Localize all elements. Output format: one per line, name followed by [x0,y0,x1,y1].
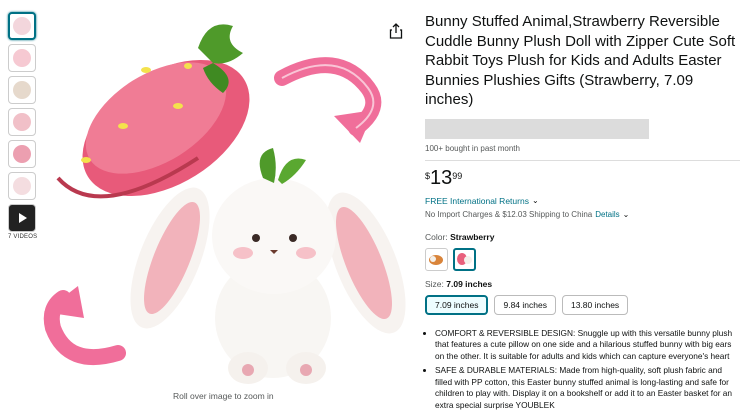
swatch-image-icon [429,255,443,265]
redacted-block [425,118,649,139]
rotate-arrow-bottom [43,286,126,366]
import-charges: No Import Charges & $12.03 Shipping to C… [425,210,740,219]
swatch-variant-1[interactable] [425,247,448,271]
color-swatches [425,247,740,271]
bought-count: 100+ bought in past month [425,143,520,153]
feature-bullets: COMFORT & REVERSIBLE DESIGN: Snuggle up … [425,328,740,412]
swatch-image-icon [457,253,472,265]
color-label: Color: [425,231,448,242]
color-value: Strawberry [450,231,495,242]
feature-bullet: COMFORT & REVERSIBLE DESIGN: Snuggle up … [435,328,740,363]
rotate-arrow-top [274,57,382,143]
share-icon[interactable] [389,23,403,39]
returns-label: FREE International Returns [425,195,529,206]
size-label: Size: [425,278,444,289]
feature-bullet: SAFE & DURABLE MATERIALS: Made from high… [435,365,740,411]
play-icon [19,213,27,223]
thumbnail-3[interactable] [8,76,36,104]
size-label-row: Size: 7.09 inches [425,279,740,289]
color-label-row: Color: Strawberry [425,232,740,242]
price: $ 13 99 [425,168,740,188]
thumbnail-2[interactable] [8,44,36,72]
thumbnail-1[interactable] [8,12,36,40]
zoom-hint: Roll over image to zoom in [173,391,274,401]
thumbnail-column: 7 VIDEOS [8,12,38,240]
video-count-label: 7 VIDEOS [8,234,38,240]
price-whole: 13 [430,166,453,189]
size-options: 7.09 inches 9.84 inches 13.80 inches [425,294,740,315]
size-option-7-09[interactable]: 7.09 inches [425,294,489,315]
thumbnail-video[interactable] [8,204,36,232]
size-value: 7.09 inches [446,278,493,289]
thumbnail-4[interactable] [8,108,36,136]
product-title: Bunny Stuffed Animal,Strawberry Reversib… [425,13,736,108]
divider [425,159,740,161]
details-link[interactable]: Details [595,210,619,219]
thumbnail-5[interactable] [8,140,36,168]
product-details: Bunny Stuffed Animal,Strawberry Reversib… [425,12,740,415]
price-fraction: 99 [452,170,463,181]
chevron-down-icon: ⌄ [531,196,539,205]
thumbnail-6[interactable] [8,172,36,200]
free-returns-link[interactable]: FREE International Returns ⌄ [425,196,740,206]
import-text: No Import Charges & $12.03 Shipping to C… [425,209,593,219]
swatch-strawberry[interactable] [453,247,476,271]
size-option-13-80[interactable]: 13.80 inches [561,294,629,315]
size-option-9-84[interactable]: 9.84 inches [494,294,556,315]
chevron-down-icon[interactable]: ⌄ [623,210,630,219]
main-product-image[interactable] [38,8,408,393]
